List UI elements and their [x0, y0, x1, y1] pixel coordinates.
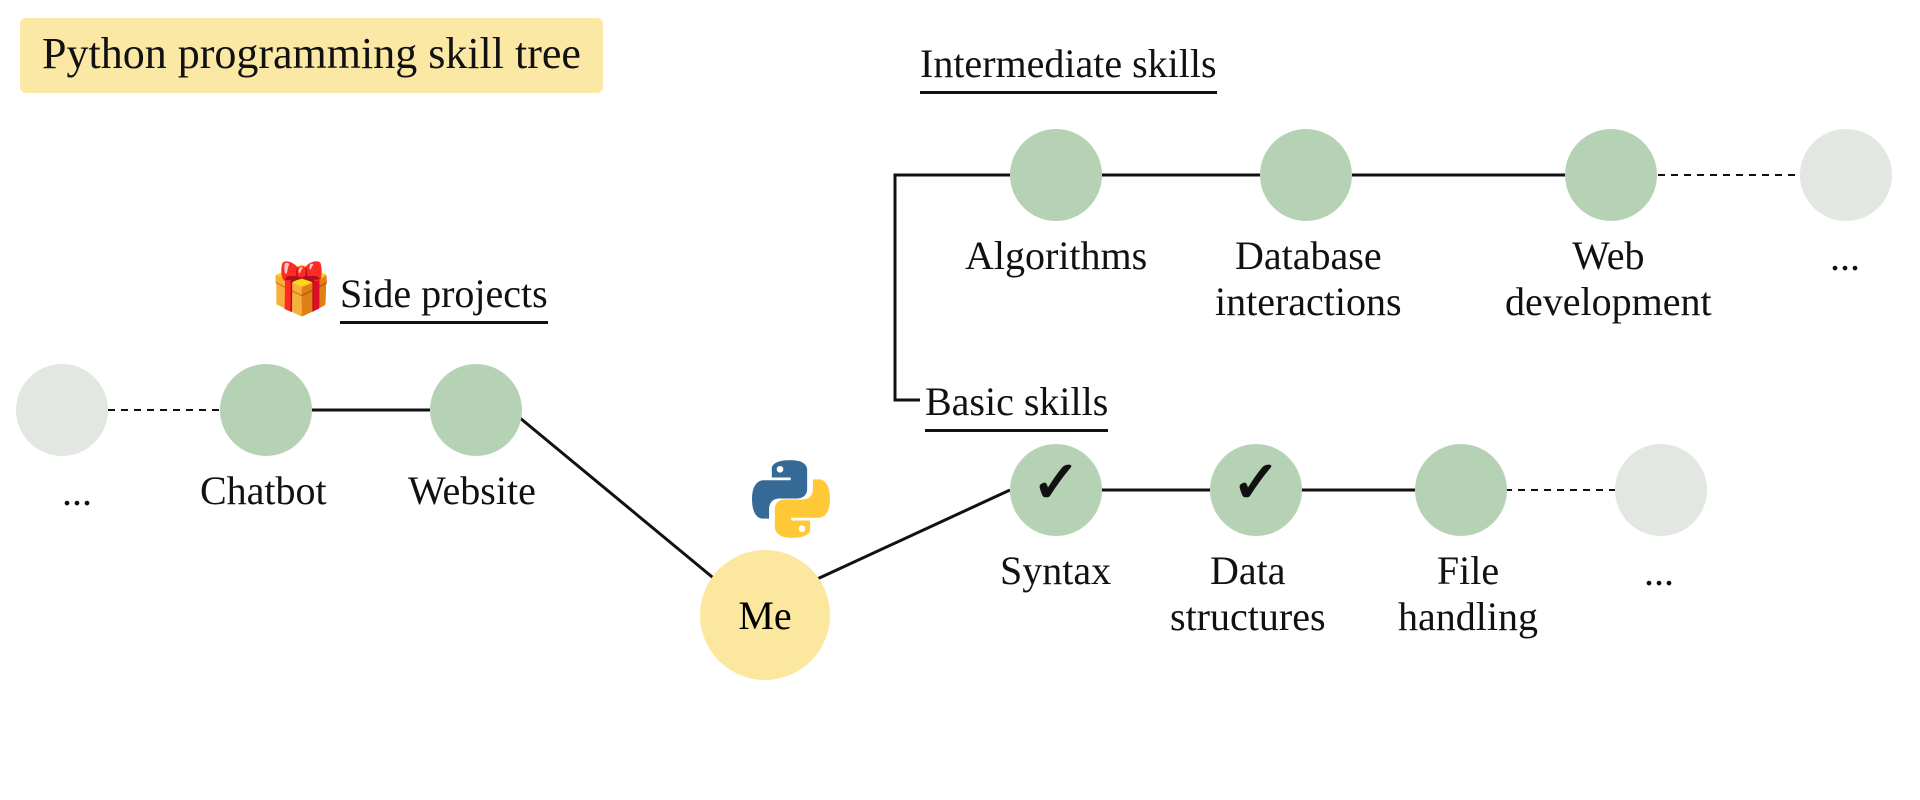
diagram-title: Python programming skill tree — [20, 18, 603, 93]
heading-side-projects: Side projects — [340, 270, 548, 324]
gift-icon: 🎁 — [270, 260, 332, 319]
label-website: Website — [408, 468, 536, 514]
heading-intermediate-skills: Intermediate skills — [920, 40, 1217, 94]
skill-node-website — [430, 364, 522, 456]
label-algorithms: Algorithms — [965, 233, 1147, 279]
skill-node-web-dev — [1565, 129, 1657, 221]
skill-node-more-left — [16, 364, 108, 456]
skill-tree-diagram: Python programming skill tree 🎁 Side pro… — [0, 0, 1920, 800]
label-web-dev: Web development — [1505, 233, 1712, 325]
check-icon: ✓ — [1032, 448, 1081, 516]
check-icon: ✓ — [1232, 448, 1281, 516]
skill-node-algorithms — [1010, 129, 1102, 221]
label-syntax: Syntax — [1000, 548, 1111, 594]
ellipsis-intermediate: ... — [1830, 233, 1860, 280]
label-chatbot: Chatbot — [200, 468, 327, 514]
skill-node-chatbot — [220, 364, 312, 456]
python-logo-icon — [752, 460, 830, 543]
skill-node-file-handling — [1415, 444, 1507, 536]
label-file-handling: File handling — [1398, 548, 1538, 640]
label-data-structures: Data structures — [1170, 548, 1326, 640]
skill-node-database — [1260, 129, 1352, 221]
ellipsis-basic: ... — [1644, 548, 1674, 595]
skill-node-more-intermediate — [1800, 129, 1892, 221]
ellipsis-left: ... — [62, 468, 92, 515]
skill-node-more-basic — [1615, 444, 1707, 536]
me-label: Me — [738, 592, 791, 639]
me-node: Me — [700, 550, 830, 680]
label-database: Database interactions — [1215, 233, 1402, 325]
heading-basic-skills: Basic skills — [925, 378, 1108, 432]
